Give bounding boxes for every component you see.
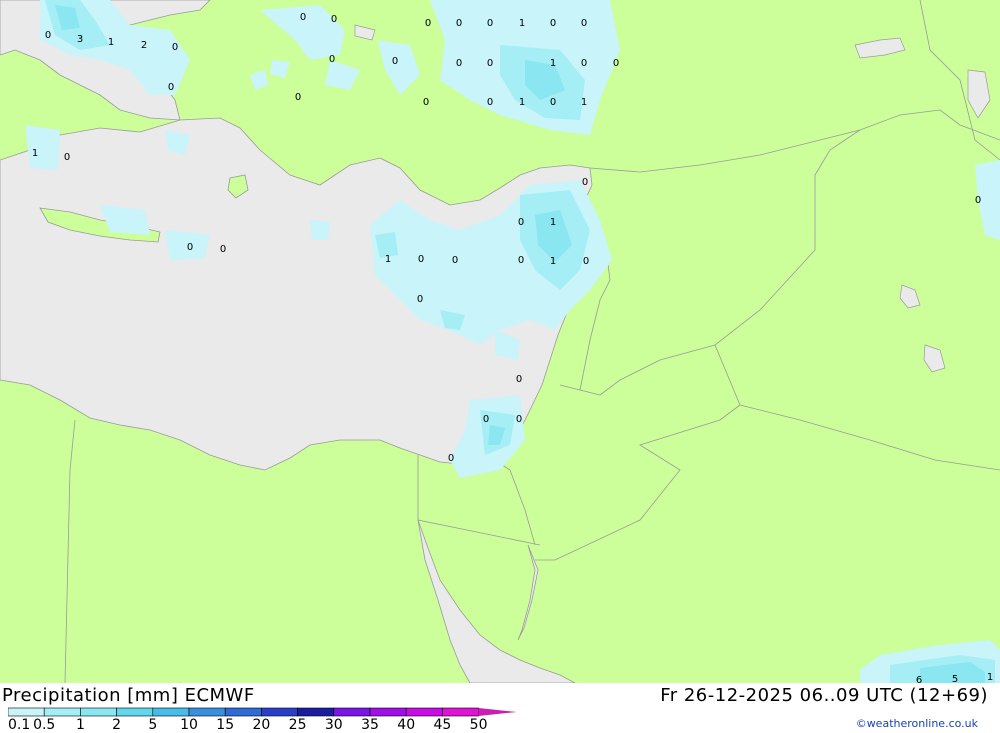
map-title: Precipitation [mm] ECMWF	[2, 685, 255, 706]
value-label: 0	[487, 97, 493, 108]
map-footer: Precipitation [mm] ECMWF Fr 26-12-2025 0…	[0, 683, 1000, 733]
value-label: 0	[582, 177, 588, 188]
scale-label: 0.1	[8, 717, 30, 731]
value-label: 0	[418, 254, 424, 265]
value-label: 0	[425, 18, 431, 29]
value-label: 0	[518, 255, 524, 266]
value-label: 1	[519, 97, 525, 108]
scale-label: 40	[397, 717, 415, 731]
precipitation-map[interactable]: 0 3 1 2 0 0 0 0 0 0 1 0 0 0 0 0 0 1 0 0 …	[0, 0, 1000, 686]
value-label: 0	[487, 58, 493, 69]
value-label: 0	[300, 12, 306, 23]
value-label: 1	[32, 148, 38, 159]
scale-swatch	[442, 707, 479, 717]
value-label: 6	[916, 675, 922, 683]
scale-swatch	[224, 707, 262, 717]
value-label: 0	[220, 244, 226, 255]
value-label: 0	[456, 58, 462, 69]
value-label: 0	[550, 18, 556, 29]
value-label: 1	[519, 18, 525, 29]
value-label: 0	[583, 256, 589, 267]
value-label: 0	[392, 56, 398, 67]
scale-label: 1	[76, 717, 85, 731]
value-label: 1	[550, 256, 556, 267]
scale-swatch	[43, 707, 81, 717]
scale-arrow	[478, 708, 517, 716]
scale-swatch	[8, 707, 45, 717]
value-label: 0	[518, 217, 524, 228]
color-scale: 0.1 0.5 1 2 5 10 15 20 25 30 35 40 45 50	[8, 707, 517, 731]
value-label: 0	[329, 54, 335, 65]
value-label: 0	[448, 453, 454, 464]
value-label: 0	[417, 294, 423, 305]
value-label: 0	[581, 18, 587, 29]
value-label: 2	[141, 40, 147, 51]
value-label: 0	[45, 30, 51, 41]
scale-swatch	[188, 707, 226, 717]
value-label: 1	[581, 97, 587, 108]
value-label: 0	[64, 152, 70, 163]
value-label: 1	[987, 672, 993, 683]
scale-label: 0.5	[33, 717, 55, 731]
scale-label: 5	[148, 717, 157, 731]
value-label: 0	[483, 414, 489, 425]
value-label: 0	[516, 414, 522, 425]
value-label: 1	[108, 37, 114, 48]
scale-swatch	[80, 707, 117, 717]
value-label: 0	[168, 82, 174, 93]
value-label: 3	[77, 34, 83, 45]
scale-label: 50	[470, 717, 488, 731]
scale-swatch	[333, 707, 371, 717]
value-label: 5	[952, 674, 958, 683]
scale-swatch	[369, 707, 407, 717]
value-label: 0	[172, 42, 178, 53]
valid-time: Fr 26-12-2025 06..09 UTC (12+69)	[660, 685, 988, 706]
scale-swatch	[116, 707, 154, 717]
scale-label: 2	[112, 717, 121, 731]
value-label: 1	[385, 254, 391, 265]
scale-swatch	[297, 707, 335, 717]
scale-label: 35	[361, 717, 379, 731]
value-label: 0	[550, 97, 556, 108]
value-label: 1	[550, 58, 556, 69]
scale-label: 25	[289, 717, 307, 731]
scale-label: 20	[252, 717, 270, 731]
value-label: 0	[187, 242, 193, 253]
value-label: 0	[581, 58, 587, 69]
scale-swatch	[261, 707, 298, 717]
value-label: 0	[613, 58, 619, 69]
scale-label: 15	[216, 717, 234, 731]
value-label: 0	[452, 255, 458, 266]
value-label: 0	[975, 195, 981, 206]
value-label: 0	[516, 374, 522, 385]
scale-swatch	[152, 707, 190, 717]
value-label: 0	[456, 18, 462, 29]
value-label: 0	[487, 18, 493, 29]
scale-label: 45	[433, 717, 451, 731]
scale-swatch	[405, 707, 443, 717]
value-label: 0	[331, 14, 337, 25]
value-label: 1	[550, 217, 556, 228]
scale-label: 30	[325, 717, 343, 731]
value-label: 0	[295, 92, 301, 103]
value-label: 0	[423, 97, 429, 108]
credit-link[interactable]: ©weatheronline.co.uk	[856, 717, 978, 730]
scale-label: 10	[180, 717, 198, 731]
